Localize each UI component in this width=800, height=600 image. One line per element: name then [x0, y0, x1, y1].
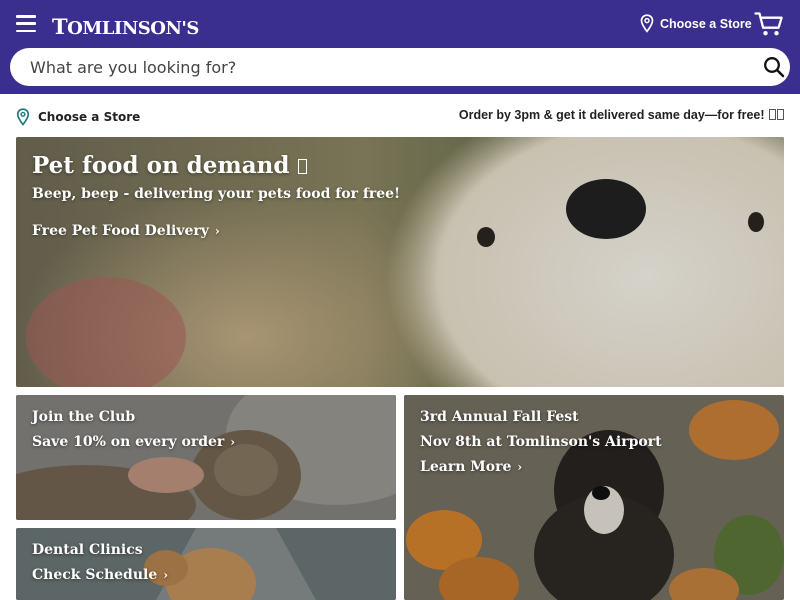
- club-link[interactable]: Save 10% on every order ›: [32, 434, 235, 450]
- join-club-tile[interactable]: Join the Club Save 10% on every order ›: [16, 395, 396, 520]
- map-pin-icon: [640, 14, 654, 33]
- hero-subtitle: Beep, beep - delivering your pets food f…: [32, 186, 401, 202]
- choose-store-link[interactable]: Choose a Store: [16, 108, 140, 126]
- header-bar: TOMLINSON'S Choose a Store: [0, 0, 800, 94]
- search-icon[interactable]: [763, 56, 785, 78]
- fall-fest-learn-more-link[interactable]: Learn More ›: [420, 459, 522, 475]
- fall-fest-tile[interactable]: 3rd Annual Fall Fest Nov 8th at Tomlinso…: [404, 395, 784, 600]
- shopping-cart-icon[interactable]: [754, 11, 784, 37]
- dog-pumpkins-photo: [404, 395, 784, 600]
- hamburger-menu-icon[interactable]: [16, 15, 36, 32]
- club-title: Join the Club: [32, 409, 136, 425]
- chevron-right-icon: ›: [517, 460, 523, 474]
- dog-path-photo: [16, 528, 396, 600]
- chevron-right-icon: ›: [214, 224, 220, 238]
- hero-emoji-icon: [298, 159, 308, 174]
- map-pin-icon: [16, 108, 30, 126]
- search-input[interactable]: [30, 56, 730, 78]
- fall-fest-date: Nov 8th at Tomlinson's Airport: [420, 434, 662, 450]
- dental-schedule-link[interactable]: Check Schedule ›: [32, 567, 168, 583]
- hero-banner[interactable]: Pet food on demand Beep, beep - deliveri…: [16, 137, 784, 387]
- choose-store-label: Choose a Store: [38, 110, 141, 124]
- truck-icon: [777, 109, 784, 120]
- search-bar: [10, 48, 790, 86]
- truck-icon: [769, 109, 776, 120]
- choose-store-label: Choose a Store: [660, 16, 752, 31]
- dental-clinics-tile[interactable]: Dental Clinics Check Schedule ›: [16, 528, 396, 600]
- chevron-right-icon: ›: [163, 568, 169, 582]
- hero-link[interactable]: Free Pet Food Delivery ›: [32, 223, 220, 239]
- logo[interactable]: TOMLINSON'S: [52, 14, 199, 39]
- choose-store-button[interactable]: Choose a Store: [640, 14, 752, 33]
- chevron-right-icon: ›: [230, 435, 236, 449]
- fall-fest-title: 3rd Annual Fall Fest: [420, 409, 579, 425]
- dental-title: Dental Clinics: [32, 542, 143, 558]
- delivery-promo-text: Order by 3pm & get it delivered same day…: [459, 108, 784, 122]
- hero-title: Pet food on demand: [32, 152, 308, 179]
